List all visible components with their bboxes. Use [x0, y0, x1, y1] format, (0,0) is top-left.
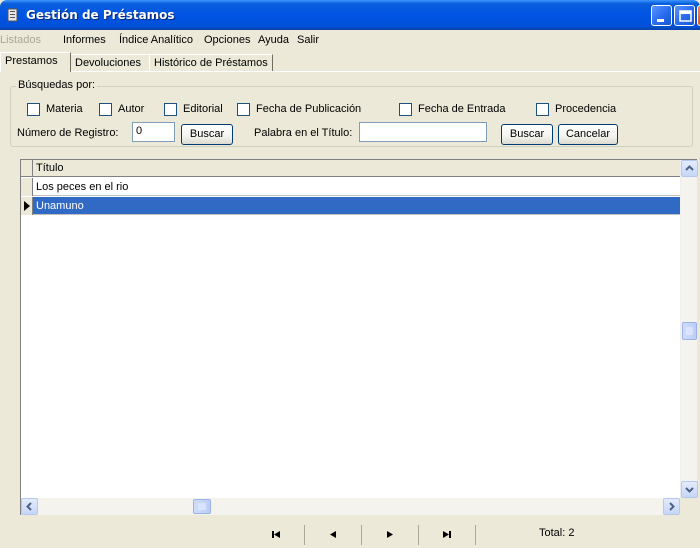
search-group-label: Búsquedas por: [16, 79, 98, 91]
chevron-down-icon [685, 487, 694, 493]
window-title: Gestión de Préstamos [26, 8, 175, 22]
title-bar[interactable]: Gestión de Préstamos [0, 0, 700, 30]
checkbox-autor[interactable]: Autor [99, 103, 159, 116]
tab-devoluciones[interactable]: Devoluciones [70, 54, 150, 72]
buscar-registro-button[interactable]: Buscar [181, 124, 233, 145]
checkbox-fecha-entrada[interactable]: Fecha de Entrada [399, 103, 519, 116]
registro-label: Número de Registro: [17, 127, 119, 139]
checkbox-fecha-publicacion-box[interactable] [237, 103, 250, 116]
maximize-icon [679, 10, 692, 22]
tab-historico-label: Histórico de Préstamos [154, 57, 268, 69]
cell-title[interactable]: Unamuno [36, 200, 84, 212]
checkbox-procedencia-box[interactable] [536, 103, 549, 116]
current-row-arrow-icon [24, 201, 30, 211]
horizontal-scrollbar[interactable] [21, 498, 680, 515]
chevron-left-icon [26, 502, 32, 511]
table-row-selected[interactable]: Unamuno [21, 197, 680, 215]
menu-informes[interactable]: Informes [63, 34, 106, 46]
scroll-down-button[interactable] [681, 481, 698, 498]
minimize-icon [657, 19, 664, 22]
grid-header: Título [21, 160, 680, 177]
horizontal-scroll-thumb[interactable] [193, 499, 211, 514]
menu-ayuda[interactable]: Ayuda [258, 34, 289, 46]
tab-historico[interactable]: Histórico de Préstamos [149, 54, 273, 72]
checkbox-editorial-label: Editorial [183, 103, 223, 115]
scrollbar-corner [680, 498, 697, 515]
grid-indicator-header [21, 160, 33, 177]
row-indicator[interactable] [21, 197, 33, 215]
record-navigator: Total: 2 [0, 521, 700, 548]
prev-record-button[interactable] [305, 525, 362, 545]
tab-strip: Prestamos Devoluciones Histórico de Prés… [0, 52, 700, 72]
prev-record-icon [330, 531, 336, 538]
buscar-titulo-button[interactable]: Buscar [501, 124, 553, 145]
checkbox-fecha-publicacion[interactable]: Fecha de Publicación [237, 103, 377, 116]
checkbox-materia-label: Materia [46, 103, 83, 115]
last-record-button[interactable] [419, 525, 476, 545]
checkbox-fecha-publicacion-label: Fecha de Publicación [256, 103, 362, 115]
tab-devoluciones-label: Devoluciones [75, 57, 142, 69]
menu-indice-analitico[interactable]: Índice Analítico [119, 34, 193, 46]
grip-icon [686, 327, 693, 335]
table-row[interactable]: Los peces en el rio [21, 178, 680, 196]
menu-opciones[interactable]: Opciones [204, 34, 250, 46]
vertical-scrollbar[interactable] [680, 160, 698, 498]
grip-icon [198, 503, 206, 510]
last-record-icon [443, 531, 451, 538]
menu-bar: Listados Informes Índice Analítico Opcio… [0, 30, 700, 50]
app-icon [7, 8, 18, 22]
tab-panel-border [0, 71, 700, 72]
cancelar-button[interactable]: Cancelar [558, 124, 618, 145]
total-count: Total: 2 [539, 527, 575, 539]
menu-salir[interactable]: Salir [297, 34, 319, 46]
checkbox-fecha-entrada-label: Fecha de Entrada [418, 103, 506, 115]
chevron-up-icon [685, 165, 694, 171]
checkbox-materia-box[interactable] [27, 103, 40, 116]
cell-title[interactable]: Los peces en el rio [36, 181, 128, 193]
next-record-icon [387, 531, 393, 538]
checkbox-materia[interactable]: Materia [27, 103, 97, 116]
row-indicator[interactable] [21, 178, 33, 196]
first-record-icon [272, 531, 280, 538]
checkbox-procedencia-label: Procedencia [555, 103, 617, 115]
registro-input[interactable]: 0 [132, 122, 175, 142]
checkbox-autor-label: Autor [118, 103, 145, 115]
checkbox-fecha-entrada-box[interactable] [399, 103, 412, 116]
tab-prestamos-label: Prestamos [5, 55, 58, 67]
scroll-right-button[interactable] [663, 498, 680, 515]
titulo-label: Palabra en el Título: [254, 127, 353, 139]
chevron-right-icon [669, 502, 675, 511]
menu-listados: Listados [0, 34, 41, 46]
scroll-left-button[interactable] [21, 498, 38, 515]
column-header-titulo[interactable]: Título [36, 162, 64, 174]
vertical-scroll-thumb[interactable] [682, 322, 697, 340]
titulo-input[interactable] [359, 122, 487, 142]
next-record-button[interactable] [362, 525, 419, 545]
checkbox-editorial[interactable]: Editorial [164, 103, 234, 116]
minimize-button[interactable] [651, 5, 672, 26]
checkbox-autor-box[interactable] [99, 103, 112, 116]
scroll-up-button[interactable] [681, 160, 698, 177]
checkbox-editorial-box[interactable] [164, 103, 177, 116]
tab-prestamos[interactable]: Prestamos [0, 52, 71, 72]
first-record-button[interactable] [248, 525, 305, 545]
maximize-button[interactable] [674, 5, 695, 26]
results-grid[interactable]: Título Los peces en el rio Unamuno [20, 159, 698, 515]
checkbox-procedencia[interactable]: Procedencia [536, 103, 636, 116]
